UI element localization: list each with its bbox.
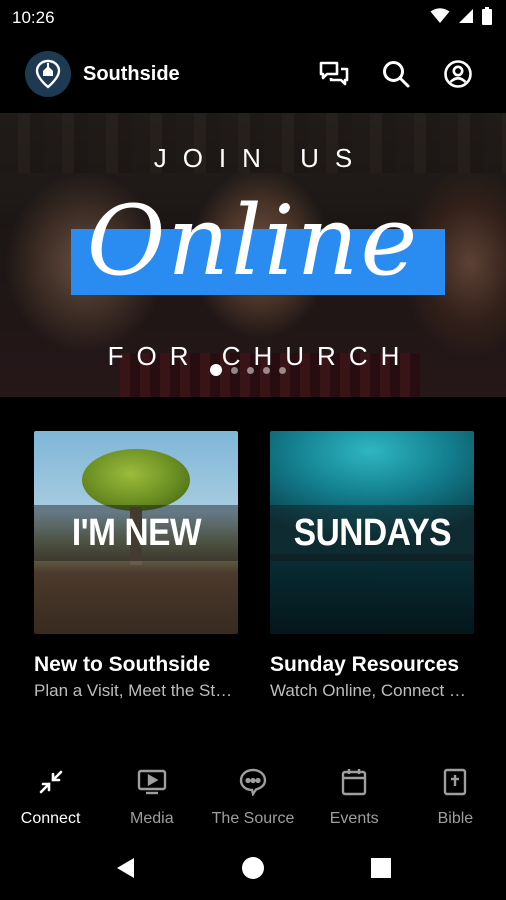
card-image-sundays: SUNDAYS	[270, 431, 474, 634]
search-icon[interactable]	[380, 58, 412, 90]
wifi-icon	[430, 7, 450, 29]
hero-line-1: JOIN US	[153, 143, 369, 173]
calendar-icon	[338, 766, 370, 798]
bible-icon	[439, 766, 471, 798]
card-image-text: I'M NEW	[71, 511, 201, 554]
recents-icon[interactable]	[365, 852, 397, 884]
carousel-dot[interactable]	[210, 364, 222, 376]
church-logo-icon[interactable]	[25, 51, 71, 97]
nav-label: Connect	[20, 810, 81, 827]
bottom-nav: Connect Media The Source Events Bible	[0, 758, 506, 830]
crowd-graphic	[270, 554, 474, 634]
hero-script-text: Online	[86, 185, 420, 297]
app-bar: Southside	[0, 36, 506, 112]
connect-arrows-icon	[35, 766, 67, 798]
card-title: New to Southside	[34, 653, 211, 676]
account-icon[interactable]	[442, 58, 474, 90]
status-time: 10:26	[12, 8, 55, 27]
carousel-indicator	[210, 364, 286, 376]
carousel-dot[interactable]	[279, 366, 286, 374]
home-icon[interactable]	[237, 852, 269, 884]
nav-label: Bible	[437, 810, 474, 827]
signal-icon	[458, 8, 474, 29]
nav-item-the-source[interactable]: The Source	[202, 758, 303, 830]
carousel-dot[interactable]	[231, 366, 238, 374]
battery-icon	[482, 6, 492, 30]
status-bar: 10:26	[0, 0, 506, 36]
chat-icon[interactable]	[318, 58, 350, 90]
carousel-dot[interactable]	[263, 366, 270, 374]
card-image-band: SUNDAYS	[270, 505, 474, 561]
card-image-im-new: I'M NEW	[34, 431, 238, 634]
app-title: Southside	[83, 62, 180, 85]
nav-item-events[interactable]: Events	[304, 758, 405, 830]
nav-item-connect[interactable]: Connect	[0, 758, 101, 830]
nav-item-bible[interactable]: Bible	[405, 758, 506, 830]
tree-graphic	[82, 449, 190, 511]
nav-label: The Source	[211, 810, 295, 827]
status-icons	[430, 6, 492, 30]
media-play-icon	[136, 766, 168, 798]
nav-label: Events	[329, 810, 379, 827]
carousel-dot[interactable]	[247, 366, 254, 374]
card-sunday-resources[interactable]: SUNDAYS Sunday Resources Watch Online, C…	[270, 431, 474, 701]
back-icon[interactable]	[109, 852, 141, 884]
nav-label: Media	[130, 810, 174, 827]
card-title: Sunday Resources	[270, 653, 460, 676]
card-new-to-southside[interactable]: I'M NEW New to Southside Plan a Visit, M…	[34, 431, 238, 701]
card-subtitle: Plan a Visit, Meet the Staff & more	[34, 681, 238, 700]
card-image-band: I'M NEW	[34, 505, 238, 561]
card-subtitle: Watch Online, Connect Card & more	[270, 681, 474, 700]
nav-item-media[interactable]: Media	[101, 758, 202, 830]
app-actions	[318, 58, 474, 90]
system-nav-bar	[0, 836, 506, 900]
hero-banner[interactable]: JOIN US Online FOR CHURCH	[0, 113, 506, 397]
chat-bubble-icon	[237, 766, 269, 798]
card-image-text: SUNDAYS	[293, 511, 451, 554]
